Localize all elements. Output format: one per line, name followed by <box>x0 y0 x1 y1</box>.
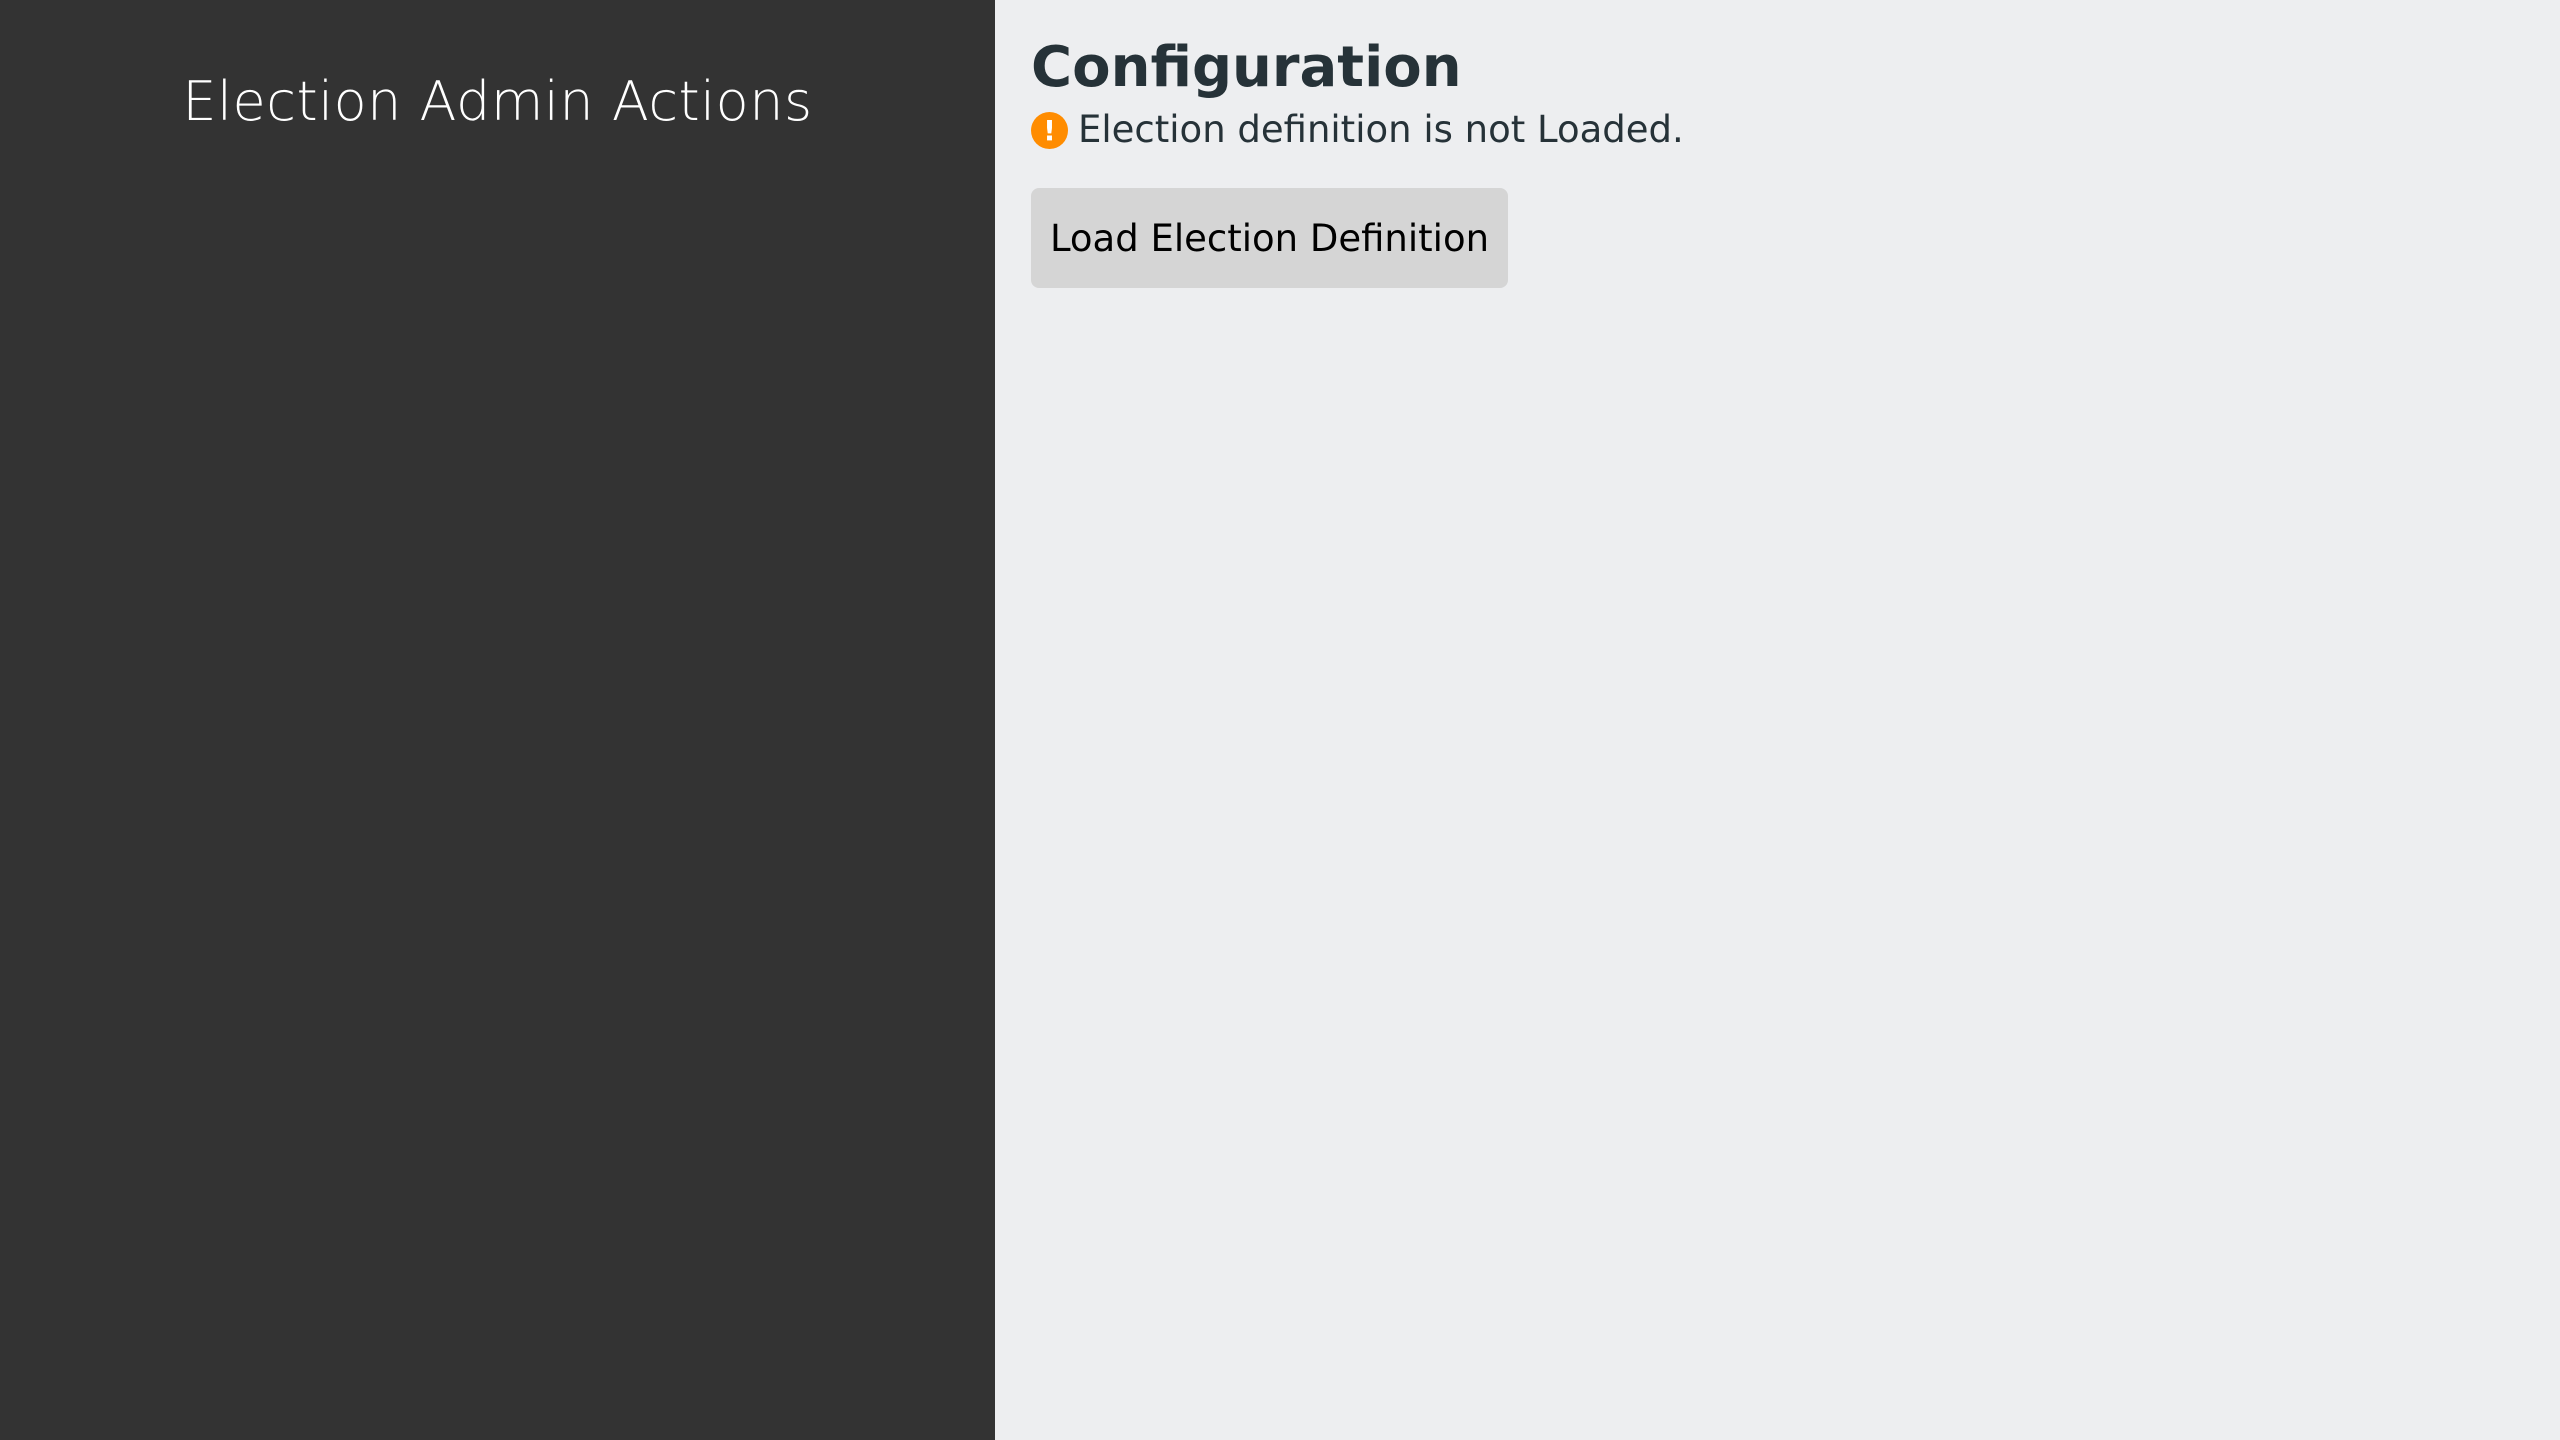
sidebar-title: Election Admin Actions <box>182 70 813 133</box>
status-text: Election definition is not Loaded. <box>1078 108 1684 151</box>
sidebar: Election Admin Actions <box>0 0 995 1440</box>
page-title: Configuration <box>1031 35 1462 100</box>
main-content: Configuration ! Election definition is n… <box>995 0 2560 1440</box>
election-status: ! Election definition is not Loaded. <box>1031 106 2560 154</box>
warning-icon: ! <box>1031 111 1068 149</box>
load-election-definition-button[interactable]: Load Election Definition <box>1031 188 1508 288</box>
